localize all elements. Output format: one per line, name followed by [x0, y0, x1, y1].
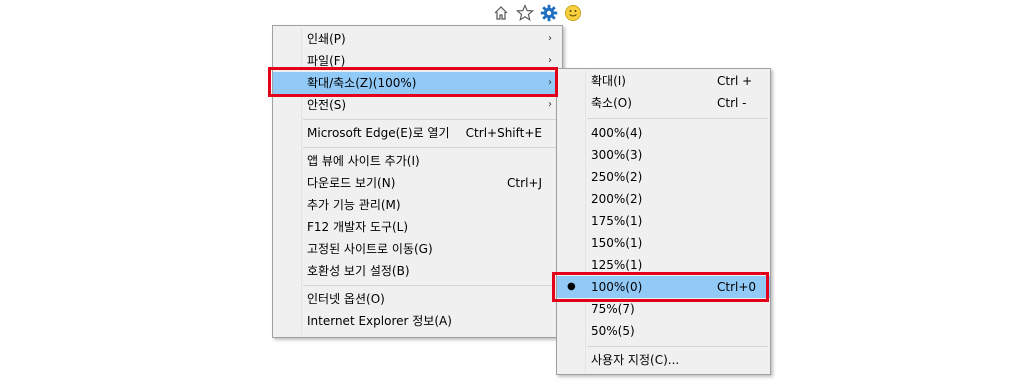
menu-item-open-edge[interactable]: Microsoft Edge(E)로 열기 Ctrl+Shift+E	[273, 122, 562, 144]
menu-item-label: 호환성 보기 설정(B)	[307, 264, 410, 278]
menu-item-label: 400%(4)	[591, 126, 643, 140]
menu-item-label: 125%(1)	[591, 258, 643, 272]
submenu-arrow-icon: ›	[548, 33, 552, 44]
submenu-arrow-icon: ›	[548, 99, 552, 110]
zoom-item-75[interactable]: 75%(7)	[557, 298, 770, 320]
zoom-submenu: 확대(I) Ctrl + 축소(O) Ctrl - 400%(4) 300%(3…	[556, 68, 771, 375]
menu-item-label: 사용자 지정(C)...	[591, 353, 680, 367]
selected-bullet-icon: ●	[567, 281, 576, 292]
menu-item-label: 다운로드 보기(N)	[307, 176, 396, 190]
zoom-item-150[interactable]: 150%(1)	[557, 232, 770, 254]
menu-item-view-downloads[interactable]: 다운로드 보기(N) Ctrl+J	[273, 172, 562, 194]
menu-item-label: 100%(0)	[591, 280, 643, 294]
menu-separator	[303, 119, 560, 120]
menu-item-zoom[interactable]: 확대/축소(Z)(100%) ›	[273, 72, 562, 94]
menu-item-label: 확대(I)	[591, 74, 626, 88]
gear-icon[interactable]	[540, 4, 558, 22]
zoom-item-125[interactable]: 125%(1)	[557, 254, 770, 276]
zoom-item-50[interactable]: 50%(5)	[557, 320, 770, 342]
menu-item-label: 75%(7)	[591, 302, 635, 316]
menu-item-add-site-app-view[interactable]: 앱 뷰에 사이트 추가(I)	[273, 150, 562, 172]
menu-item-label: 175%(1)	[591, 214, 643, 228]
menu-item-label: 앱 뷰에 사이트 추가(I)	[307, 154, 420, 168]
zoom-item-250[interactable]: 250%(2)	[557, 166, 770, 188]
submenu-arrow-icon: ›	[548, 77, 552, 88]
zoom-item-200[interactable]: 200%(2)	[557, 188, 770, 210]
menu-item-label: 300%(3)	[591, 148, 643, 162]
menu-item-manage-addons[interactable]: 추가 기능 관리(M)	[273, 194, 562, 216]
zoom-item-400[interactable]: 400%(4)	[557, 122, 770, 144]
menu-separator	[303, 285, 560, 286]
menu-item-shortcut: Ctrl+0	[717, 280, 757, 294]
menu-separator	[587, 346, 768, 347]
zoom-item-zoom-out[interactable]: 축소(O) Ctrl -	[557, 92, 770, 114]
zoom-item-zoom-in[interactable]: 확대(I) Ctrl +	[557, 70, 770, 92]
menu-item-shortcut: Ctrl -	[717, 96, 747, 110]
star-icon[interactable]	[516, 4, 534, 22]
smiley-icon[interactable]	[564, 4, 582, 22]
menu-item-label: 200%(2)	[591, 192, 643, 206]
menu-item-dev-tools[interactable]: F12 개발자 도구(L)	[273, 216, 562, 238]
menu-item-label: F12 개발자 도구(L)	[307, 220, 409, 234]
home-icon[interactable]	[492, 4, 510, 22]
menu-item-label: Internet Explorer 정보(A)	[307, 314, 452, 328]
menu-item-label: 축소(O)	[591, 96, 632, 110]
zoom-item-300[interactable]: 300%(3)	[557, 144, 770, 166]
menu-item-internet-options[interactable]: 인터넷 옵션(O)	[273, 288, 562, 310]
menu-item-label: 고정된 사이트로 이동(G)	[307, 242, 433, 256]
menu-item-label: 안전(S)	[307, 98, 347, 112]
menu-item-label: 150%(1)	[591, 236, 643, 250]
menu-item-label: 인쇄(P)	[307, 32, 346, 46]
menu-item-label: 인터넷 옵션(O)	[307, 292, 385, 306]
menu-item-label: 확대/축소(Z)(100%)	[307, 76, 417, 90]
menu-item-shortcut: Ctrl+Shift+E	[465, 126, 542, 140]
menu-separator	[303, 147, 560, 148]
menu-item-print[interactable]: 인쇄(P) ›	[273, 28, 562, 50]
menu-item-pinned-sites[interactable]: 고정된 사이트로 이동(G)	[273, 238, 562, 260]
menu-item-shortcut: Ctrl +	[717, 74, 753, 88]
zoom-item-custom[interactable]: 사용자 지정(C)...	[557, 349, 770, 371]
menu-item-label: 파일(F)	[307, 54, 346, 68]
tools-menu: 인쇄(P) › 파일(F) › 확대/축소(Z)(100%) › 안전(S) ›…	[272, 25, 563, 338]
menu-item-label: 250%(2)	[591, 170, 643, 184]
submenu-arrow-icon: ›	[548, 55, 552, 66]
menu-item-label: 50%(5)	[591, 324, 635, 338]
menu-item-about-ie[interactable]: Internet Explorer 정보(A)	[273, 310, 562, 332]
menu-item-label: Microsoft Edge(E)로 열기	[307, 126, 450, 140]
menu-item-file[interactable]: 파일(F) ›	[273, 50, 562, 72]
zoom-item-175[interactable]: 175%(1)	[557, 210, 770, 232]
menu-item-label: 추가 기능 관리(M)	[307, 198, 401, 212]
command-bar	[492, 3, 582, 23]
zoom-item-100[interactable]: ● 100%(0) Ctrl+0	[557, 276, 770, 298]
menu-item-compat-view[interactable]: 호환성 보기 설정(B)	[273, 260, 562, 282]
menu-item-shortcut: Ctrl+J	[507, 176, 542, 190]
menu-separator	[587, 118, 768, 119]
menu-item-safety[interactable]: 안전(S) ›	[273, 94, 562, 116]
